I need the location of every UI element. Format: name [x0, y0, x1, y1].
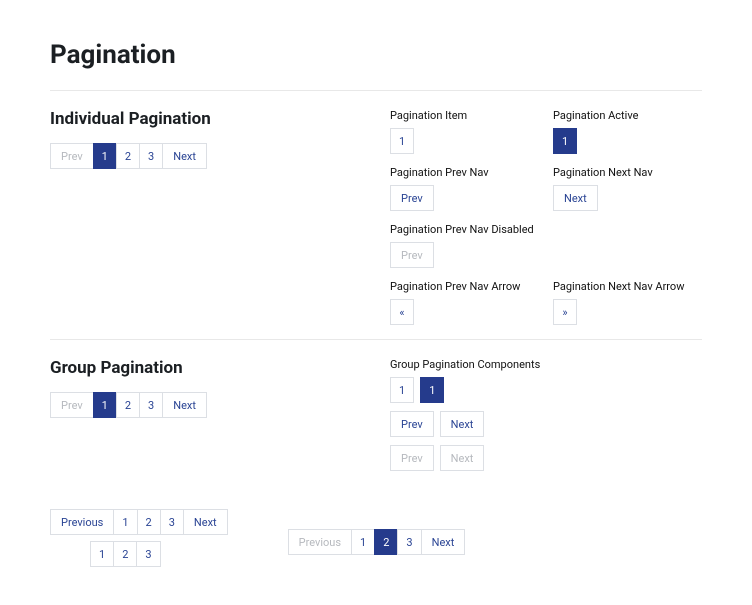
page-3-button[interactable]: 3 [139, 392, 163, 418]
page-2-button[interactable]: 2 [116, 392, 140, 418]
variant-prev-arrow: Pagination Prev Nav Arrow « [390, 280, 539, 325]
group-next[interactable]: Next [440, 411, 485, 437]
page-1-button[interactable]: 1 [90, 541, 114, 567]
section-title-group: Group Pagination [50, 358, 350, 378]
page-3-button[interactable]: 3 [139, 143, 163, 169]
group-row-numbers: 1 1 [390, 377, 444, 403]
section-individual: Individual Pagination Prev 1 2 3 Next Pa… [50, 109, 702, 325]
footer-pager-full: Previous 1 2 3 Next [50, 509, 228, 535]
pagination-active[interactable]: 1 [553, 128, 577, 154]
variant-label: Pagination Prev Nav Disabled [390, 223, 702, 236]
page-2-button[interactable]: 2 [116, 143, 140, 169]
page-title: Pagination [50, 40, 702, 70]
page-2-button[interactable]: 2 [137, 509, 161, 535]
group-prev-disabled: Prev [390, 445, 434, 471]
variant-prev-disabled: Pagination Prev Nav Disabled Prev [390, 223, 702, 268]
footer-variants: Previous 1 2 3 Next 1 2 3 Previous 1 2 3… [50, 509, 702, 567]
prev-button[interactable]: Prev [50, 392, 94, 418]
variant-next-nav: Pagination Next Nav Next [553, 166, 702, 211]
page-3-button[interactable]: 3 [136, 541, 160, 567]
variant-next-arrow: Pagination Next Nav Arrow » [553, 280, 702, 325]
variant-label: Pagination Prev Nav [390, 166, 539, 179]
previous-button[interactable]: Previous [50, 509, 114, 535]
page-2-button[interactable]: 2 [374, 529, 398, 555]
footer-pager-active2: Previous 1 2 3 Next [288, 529, 466, 555]
next-button[interactable]: Next [162, 143, 207, 169]
previous-button[interactable]: Previous [288, 529, 352, 555]
page-1-button[interactable]: 1 [93, 392, 117, 418]
pagination-next-arrow-icon[interactable]: » [553, 299, 577, 325]
group-prev[interactable]: Prev [390, 411, 434, 437]
variant-label: Pagination Next Nav [553, 166, 702, 179]
variant-label: Pagination Item [390, 109, 539, 122]
next-button[interactable]: Next [183, 509, 228, 535]
section-group: Group Pagination Prev 1 2 3 Next Group P… [50, 358, 702, 479]
variant-label: Pagination Active [553, 109, 702, 122]
page-1-button[interactable]: 1 [93, 143, 117, 169]
footer-pager-numbers: 1 2 3 [90, 541, 161, 567]
group-row-disabled: Prev Next [390, 445, 484, 471]
pagination-prev-nav[interactable]: Prev [390, 185, 434, 211]
divider [50, 90, 702, 91]
variant-prev-nav: Pagination Prev Nav Prev [390, 166, 539, 211]
group-row-nav: Prev Next [390, 411, 484, 437]
variant-active: Pagination Active 1 [553, 109, 702, 154]
individual-pager: Prev 1 2 3 Next [50, 143, 207, 169]
group-page-item[interactable]: 1 [390, 377, 414, 403]
group-pager: Prev 1 2 3 Next [50, 392, 207, 418]
page-3-button[interactable]: 3 [160, 509, 184, 535]
section-title-individual: Individual Pagination [50, 109, 350, 129]
page-1-button[interactable]: 1 [351, 529, 375, 555]
next-button[interactable]: Next [421, 529, 466, 555]
pagination-prev-arrow-icon[interactable]: « [390, 299, 414, 325]
variant-label: Pagination Next Nav Arrow [553, 280, 702, 293]
group-components-label: Group Pagination Components [390, 358, 702, 371]
page-1-button[interactable]: 1 [113, 509, 137, 535]
group-next-disabled: Next [440, 445, 485, 471]
pagination-prev-disabled: Prev [390, 242, 434, 268]
page-3-button[interactable]: 3 [397, 529, 421, 555]
pagination-next-nav[interactable]: Next [553, 185, 598, 211]
group-page-active[interactable]: 1 [420, 377, 444, 403]
prev-button[interactable]: Prev [50, 143, 94, 169]
variant-label: Pagination Prev Nav Arrow [390, 280, 539, 293]
divider [50, 339, 702, 340]
pagination-item[interactable]: 1 [390, 128, 414, 154]
variant-item: Pagination Item 1 [390, 109, 539, 154]
next-button[interactable]: Next [162, 392, 207, 418]
page-2-button[interactable]: 2 [113, 541, 137, 567]
